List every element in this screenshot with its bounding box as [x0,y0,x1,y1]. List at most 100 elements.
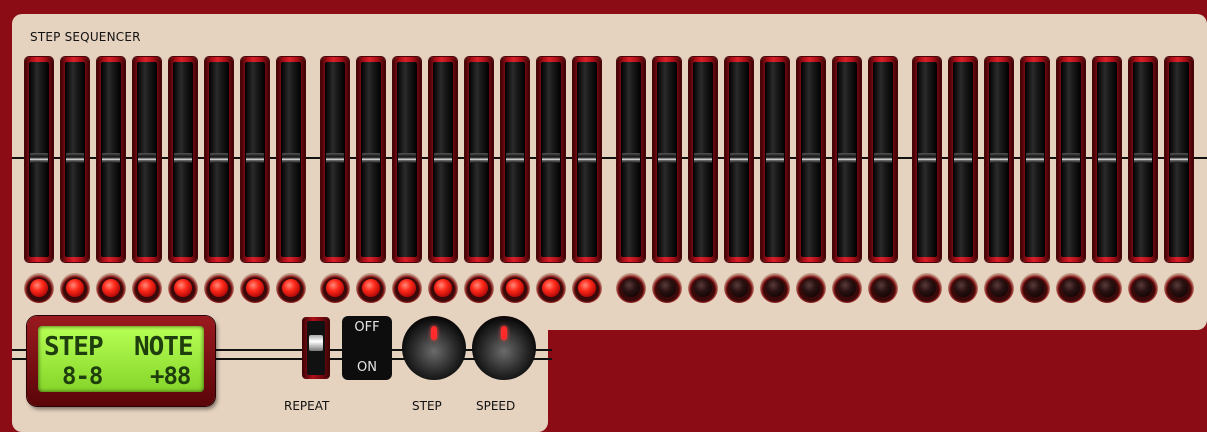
step-led-14[interactable] [500,273,530,303]
step-led-7[interactable] [240,273,270,303]
slider-handle[interactable] [1026,152,1044,163]
step-slider-11[interactable] [393,57,421,262]
step-led-27[interactable] [984,273,1014,303]
slider-handle[interactable] [1098,152,1116,163]
slider-handle[interactable] [542,152,560,163]
step-slider-31[interactable] [1129,57,1157,262]
slider-handle[interactable] [578,152,596,163]
slider-handle[interactable] [1062,152,1080,163]
step-slider-16[interactable] [573,57,601,262]
slider-handle[interactable] [918,152,936,163]
step-led-19[interactable] [688,273,718,303]
step-led-29[interactable] [1056,273,1086,303]
step-led-18[interactable] [652,273,682,303]
slider-handle[interactable] [730,152,748,163]
step-led-3[interactable] [96,273,126,303]
step-led-31[interactable] [1128,273,1158,303]
slider-handle[interactable] [658,152,676,163]
slider-handle[interactable] [838,152,856,163]
step-slider-17[interactable] [617,57,645,262]
slider-handle[interactable] [362,152,380,163]
slider-handle[interactable] [990,152,1008,163]
step-slider-7[interactable] [241,57,269,262]
repeat-toggle[interactable] [302,317,330,379]
slider-handle[interactable] [326,152,344,163]
slider-handle[interactable] [506,152,524,163]
step-led-10[interactable] [356,273,386,303]
step-led-6[interactable] [204,273,234,303]
step-slider-10[interactable] [357,57,385,262]
step-led-26[interactable] [948,273,978,303]
slider-handle[interactable] [694,152,712,163]
step-led-23[interactable] [832,273,862,303]
step-slider-6[interactable] [205,57,233,262]
step-led-15[interactable] [536,273,566,303]
step-led-21[interactable] [760,273,790,303]
step-slider-20[interactable] [725,57,753,262]
step-led-1[interactable] [24,273,54,303]
step-slider-1[interactable] [25,57,53,262]
step-led-20[interactable] [724,273,754,303]
step-slider-23[interactable] [833,57,861,262]
step-led-5[interactable] [168,273,198,303]
step-slider-32[interactable] [1165,57,1193,262]
step-slider-18[interactable] [653,57,681,262]
slider-handle[interactable] [1170,152,1188,163]
step-slider-25[interactable] [913,57,941,262]
step-led-8[interactable] [276,273,306,303]
slider-handle[interactable] [282,152,300,163]
slider-handle[interactable] [954,152,972,163]
slider-handle[interactable] [210,152,228,163]
step-led-30[interactable] [1092,273,1122,303]
step-slider-4[interactable] [133,57,161,262]
slider-handle[interactable] [398,152,416,163]
step-slider-27[interactable] [985,57,1013,262]
step-slider-19[interactable] [689,57,717,262]
slider-handle[interactable] [434,152,452,163]
slider-handle[interactable] [138,152,156,163]
step-slider-26[interactable] [949,57,977,262]
step-led-9[interactable] [320,273,350,303]
step-slider-22[interactable] [797,57,825,262]
step-led-16[interactable] [572,273,602,303]
step-led-13[interactable] [464,273,494,303]
step-led-4[interactable] [132,273,162,303]
step-slider-2[interactable] [61,57,89,262]
slider-handle[interactable] [174,152,192,163]
step-led-11[interactable] [392,273,422,303]
step-slider-30[interactable] [1093,57,1121,262]
step-slider-29[interactable] [1057,57,1085,262]
slider-handle[interactable] [30,152,48,163]
step-led-24[interactable] [868,273,898,303]
slider-handle[interactable] [66,152,84,163]
slider-handle[interactable] [1134,152,1152,163]
toggle-lever[interactable] [309,335,323,351]
step-led-2[interactable] [60,273,90,303]
step-slider-12[interactable] [429,57,457,262]
step-slider-24[interactable] [869,57,897,262]
step-slider-3[interactable] [97,57,125,262]
slider-handle[interactable] [622,152,640,163]
step-slider-14[interactable] [501,57,529,262]
step-led-12[interactable] [428,273,458,303]
slider-handle[interactable] [766,152,784,163]
step-slider-13[interactable] [465,57,493,262]
slider-handle[interactable] [102,152,120,163]
step-slider-9[interactable] [321,57,349,262]
step-slider-15[interactable] [537,57,565,262]
step-slider-8[interactable] [277,57,305,262]
slider-handle[interactable] [470,152,488,163]
step-led-17[interactable] [616,273,646,303]
step-knob[interactable] [402,316,466,380]
speed-knob[interactable] [472,316,536,380]
slider-handle[interactable] [802,152,820,163]
slider-handle[interactable] [874,152,892,163]
step-led-22[interactable] [796,273,826,303]
step-slider-21[interactable] [761,57,789,262]
step-led-25[interactable] [912,273,942,303]
step-slider-5[interactable] [169,57,197,262]
slider-handle[interactable] [246,152,264,163]
step-led-28[interactable] [1020,273,1050,303]
step-slider-28[interactable] [1021,57,1049,262]
step-led-32[interactable] [1164,273,1194,303]
